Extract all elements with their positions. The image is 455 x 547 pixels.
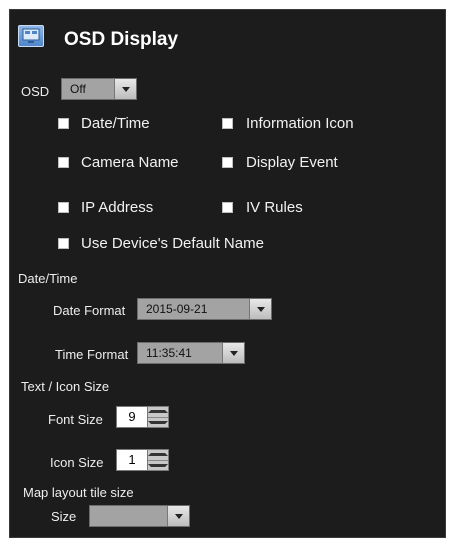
- time-format-label: Time Format: [55, 347, 129, 362]
- date-time-checkbox[interactable]: [58, 118, 69, 129]
- map-tile-size-heading: Map layout tile size: [23, 485, 134, 500]
- font-size-value[interactable]: 9: [117, 407, 147, 427]
- iv-rules-checkbox-label: IV Rules: [246, 199, 303, 216]
- camera-name-checkbox-label: Camera Name: [81, 154, 179, 171]
- osd-label: OSD: [21, 84, 50, 99]
- information-icon-checkbox-label: Information Icon: [246, 115, 354, 132]
- size-label: Size: [51, 509, 77, 524]
- use-default-name-checkbox-label: Use Device's Default Name: [81, 235, 264, 252]
- chevron-down-icon[interactable]: [249, 299, 271, 319]
- use-default-name-checkbox[interactable]: [58, 238, 69, 249]
- date-format-label: Date Format: [53, 303, 126, 318]
- icon-size-stepper[interactable]: 1: [116, 449, 169, 471]
- font-size-stepper[interactable]: 9: [116, 406, 169, 428]
- chevron-down-icon[interactable]: [222, 343, 244, 363]
- display-event-checkbox-label: Display Event: [246, 154, 338, 171]
- osd-select[interactable]: Off: [61, 78, 137, 100]
- osd-display-panel: OSD Display OSD Off Date/Time Informatio…: [9, 9, 446, 538]
- stepper-down-icon[interactable]: [148, 459, 168, 471]
- ip-address-checkbox-label: IP Address: [81, 199, 154, 216]
- icon-size-value[interactable]: 1: [117, 450, 147, 470]
- icon-size-label: Icon Size: [50, 455, 104, 470]
- ip-address-checkbox[interactable]: [58, 202, 69, 213]
- stepper-up-icon[interactable]: [148, 450, 168, 460]
- map-tile-size-select[interactable]: [89, 505, 190, 527]
- stepper-down-icon[interactable]: [148, 416, 168, 428]
- date-time-checkbox-label: Date/Time: [81, 115, 150, 132]
- date-format-select[interactable]: 2015-09-21: [137, 298, 272, 320]
- font-size-label: Font Size: [48, 412, 103, 427]
- text-icon-size-heading: Text / Icon Size: [21, 379, 110, 394]
- display-settings-icon: [18, 25, 44, 47]
- stepper-up-icon[interactable]: [148, 407, 168, 417]
- chevron-down-icon[interactable]: [167, 506, 189, 526]
- camera-name-checkbox[interactable]: [58, 157, 69, 168]
- information-icon-checkbox[interactable]: [222, 118, 233, 129]
- page-title: OSD Display: [64, 29, 179, 50]
- date-format-value: 2015-09-21: [138, 299, 249, 319]
- chevron-down-icon[interactable]: [114, 79, 136, 99]
- display-event-checkbox[interactable]: [222, 157, 233, 168]
- map-tile-size-value: [90, 506, 167, 526]
- osd-select-value: Off: [62, 79, 114, 99]
- date-time-section-heading: Date/Time: [18, 271, 78, 286]
- time-format-select[interactable]: 11:35:41: [137, 342, 245, 364]
- iv-rules-checkbox[interactable]: [222, 202, 233, 213]
- time-format-value: 11:35:41: [138, 343, 222, 363]
